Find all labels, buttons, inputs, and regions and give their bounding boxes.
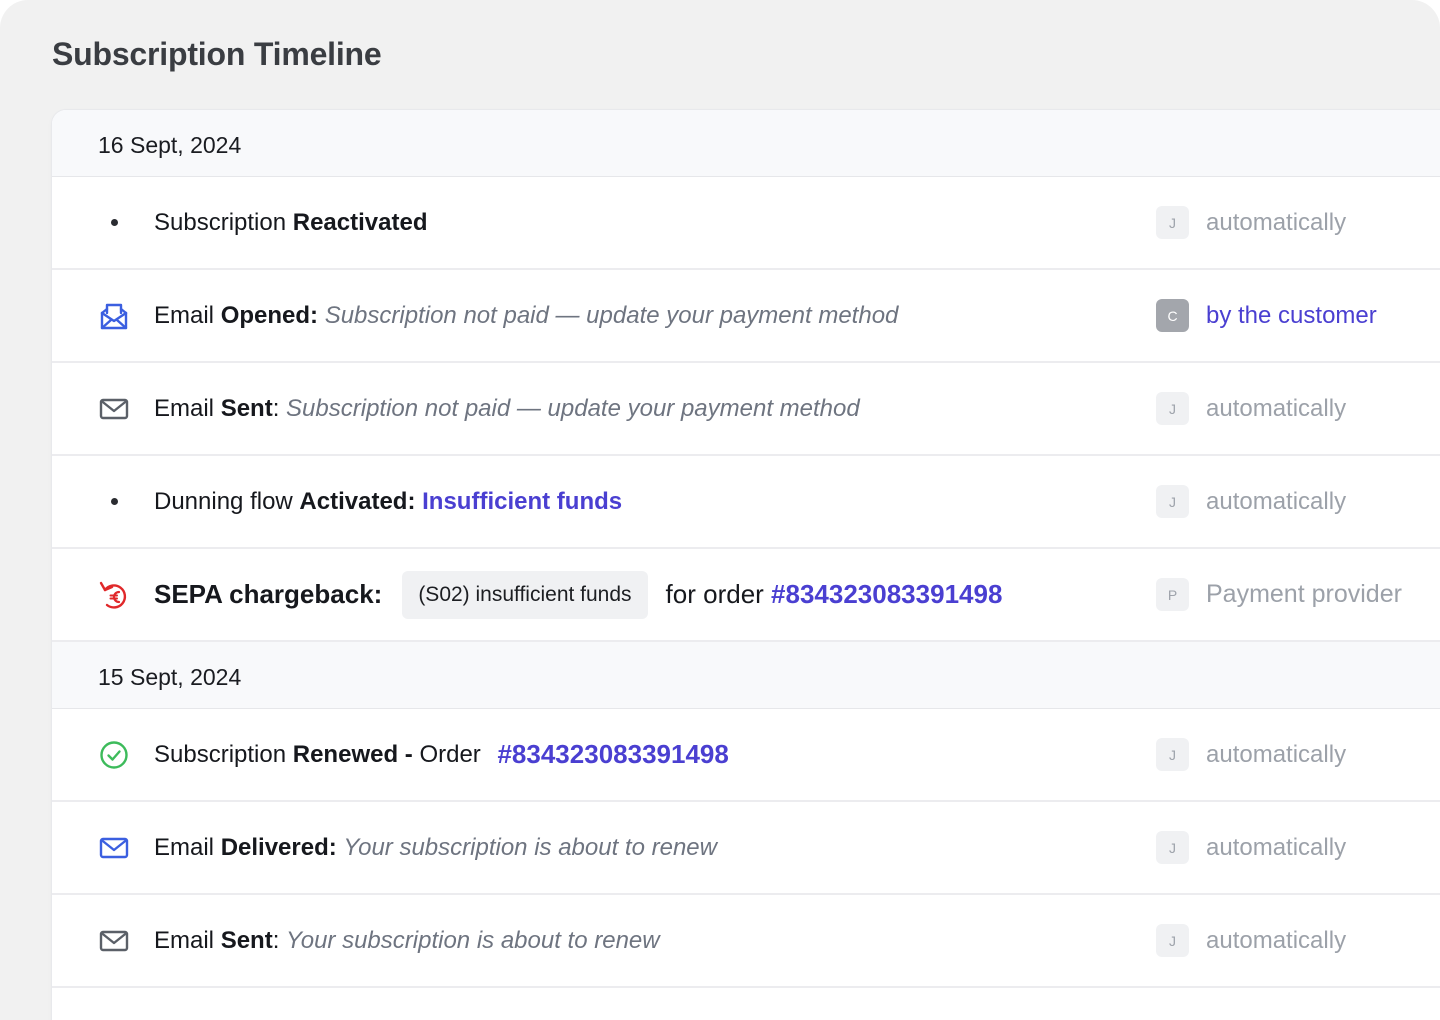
timeline-event[interactable]: Email Sent : Your subscription is about … bbox=[52, 895, 1440, 988]
avatar: J bbox=[1156, 485, 1189, 518]
event-text: Email Opened: Subscription not paid — up… bbox=[154, 301, 899, 329]
avatar: J bbox=[1156, 392, 1189, 425]
chargeback-reason-badge: (S02) insufficient funds bbox=[402, 570, 648, 619]
order-link[interactable]: #834323083391498 bbox=[771, 579, 1002, 610]
event-status: Opened: bbox=[220, 301, 319, 329]
timeline-panel: 16 Sept, 2024 Subscription Reactivated J… bbox=[52, 110, 1440, 1020]
email-subject: Subscription not paid — update your paym… bbox=[286, 394, 860, 422]
event-actor: J automatically bbox=[1156, 456, 1346, 547]
date-header: 16 Sept, 2024 bbox=[52, 110, 1440, 177]
avatar: J bbox=[1156, 206, 1189, 239]
timeline-event[interactable]: Subscription Renewed - Order #8343230833… bbox=[52, 709, 1440, 802]
avatar: P bbox=[1156, 578, 1189, 611]
envelope-icon bbox=[98, 895, 130, 986]
avatar: C bbox=[1156, 299, 1189, 332]
bullet-dot bbox=[98, 456, 130, 547]
actor-label: Payment provider bbox=[1206, 580, 1402, 608]
bullet-dot bbox=[98, 177, 130, 268]
event-text: SEPA chargeback: (S02) insufficient fund… bbox=[154, 549, 1002, 640]
event-actor: J automatically bbox=[1156, 895, 1346, 986]
date-header: 15 Sept, 2024 bbox=[52, 642, 1440, 709]
event-status: Delivered: bbox=[220, 833, 337, 861]
event-status: Reactivated bbox=[292, 208, 428, 236]
actor-label: automatically bbox=[1206, 394, 1347, 422]
avatar: J bbox=[1156, 738, 1189, 771]
timeline-event[interactable]: Email Opened: Subscription not paid — up… bbox=[52, 270, 1440, 363]
timeline-event[interactable]: Subscription Reactivated J automatically bbox=[52, 177, 1440, 270]
check-circle-icon bbox=[98, 709, 130, 800]
event-actor: P Payment provider bbox=[1156, 549, 1402, 640]
event-status: Renewed - bbox=[292, 740, 420, 768]
envelope-icon bbox=[98, 363, 130, 454]
event-text: Subscription Renewed - Order #8343230833… bbox=[154, 739, 729, 770]
event-status: Sent bbox=[220, 926, 273, 954]
event-status: SEPA chargeback: bbox=[154, 579, 383, 609]
email-subject: Your subscription is about to renew bbox=[286, 926, 660, 954]
actor-label[interactable]: by the customer bbox=[1206, 302, 1377, 330]
email-subject: Your subscription is about to renew bbox=[343, 833, 717, 861]
actor-label: automatically bbox=[1206, 926, 1347, 954]
timeline-event[interactable]: Email Sent : Subscription not paid — upd… bbox=[52, 363, 1440, 456]
event-actor: C by the customer bbox=[1156, 270, 1377, 361]
avatar: J bbox=[1156, 924, 1189, 957]
euro-refund-icon bbox=[98, 549, 130, 640]
event-status: Activated: bbox=[299, 487, 416, 515]
event-text: Email Sent : Your subscription is about … bbox=[154, 926, 660, 954]
envelope-open-icon bbox=[98, 270, 130, 361]
actor-label: automatically bbox=[1206, 833, 1347, 861]
event-actor: J automatically bbox=[1156, 802, 1346, 893]
actor-label: automatically bbox=[1206, 208, 1347, 236]
event-text: Subscription Reactivated bbox=[154, 208, 428, 236]
timeline-event[interactable]: SEPA chargeback: (S02) insufficient fund… bbox=[52, 549, 1440, 642]
email-subject: Subscription not paid — update your paym… bbox=[324, 301, 899, 329]
event-status: Sent bbox=[220, 394, 273, 422]
timeline-event[interactable]: Dunning flow Activated: Insufficient fun… bbox=[52, 456, 1440, 549]
dunning-reason-link[interactable]: Insufficient funds bbox=[422, 488, 622, 516]
event-actor: J automatically bbox=[1156, 709, 1346, 800]
actor-label: automatically bbox=[1206, 487, 1347, 515]
page-title: Subscription Timeline bbox=[52, 36, 382, 72]
event-text: Dunning flow Activated: Insufficient fun… bbox=[154, 487, 623, 516]
order-link[interactable]: #834323083391498 bbox=[497, 739, 728, 770]
envelope-icon bbox=[98, 802, 130, 893]
avatar: J bbox=[1156, 831, 1189, 864]
event-actor: J automatically bbox=[1156, 363, 1346, 454]
event-actor: J automatically bbox=[1156, 177, 1346, 268]
app-frame: Subscription Timeline 16 Sept, 2024 Subs… bbox=[0, 0, 1440, 1020]
event-text: Email Sent : Subscription not paid — upd… bbox=[154, 394, 860, 422]
event-text: Email Delivered: Your subscription is ab… bbox=[154, 833, 717, 861]
timeline-event[interactable]: Email Delivered: Your subscription is ab… bbox=[52, 802, 1440, 895]
actor-label: automatically bbox=[1206, 740, 1347, 768]
